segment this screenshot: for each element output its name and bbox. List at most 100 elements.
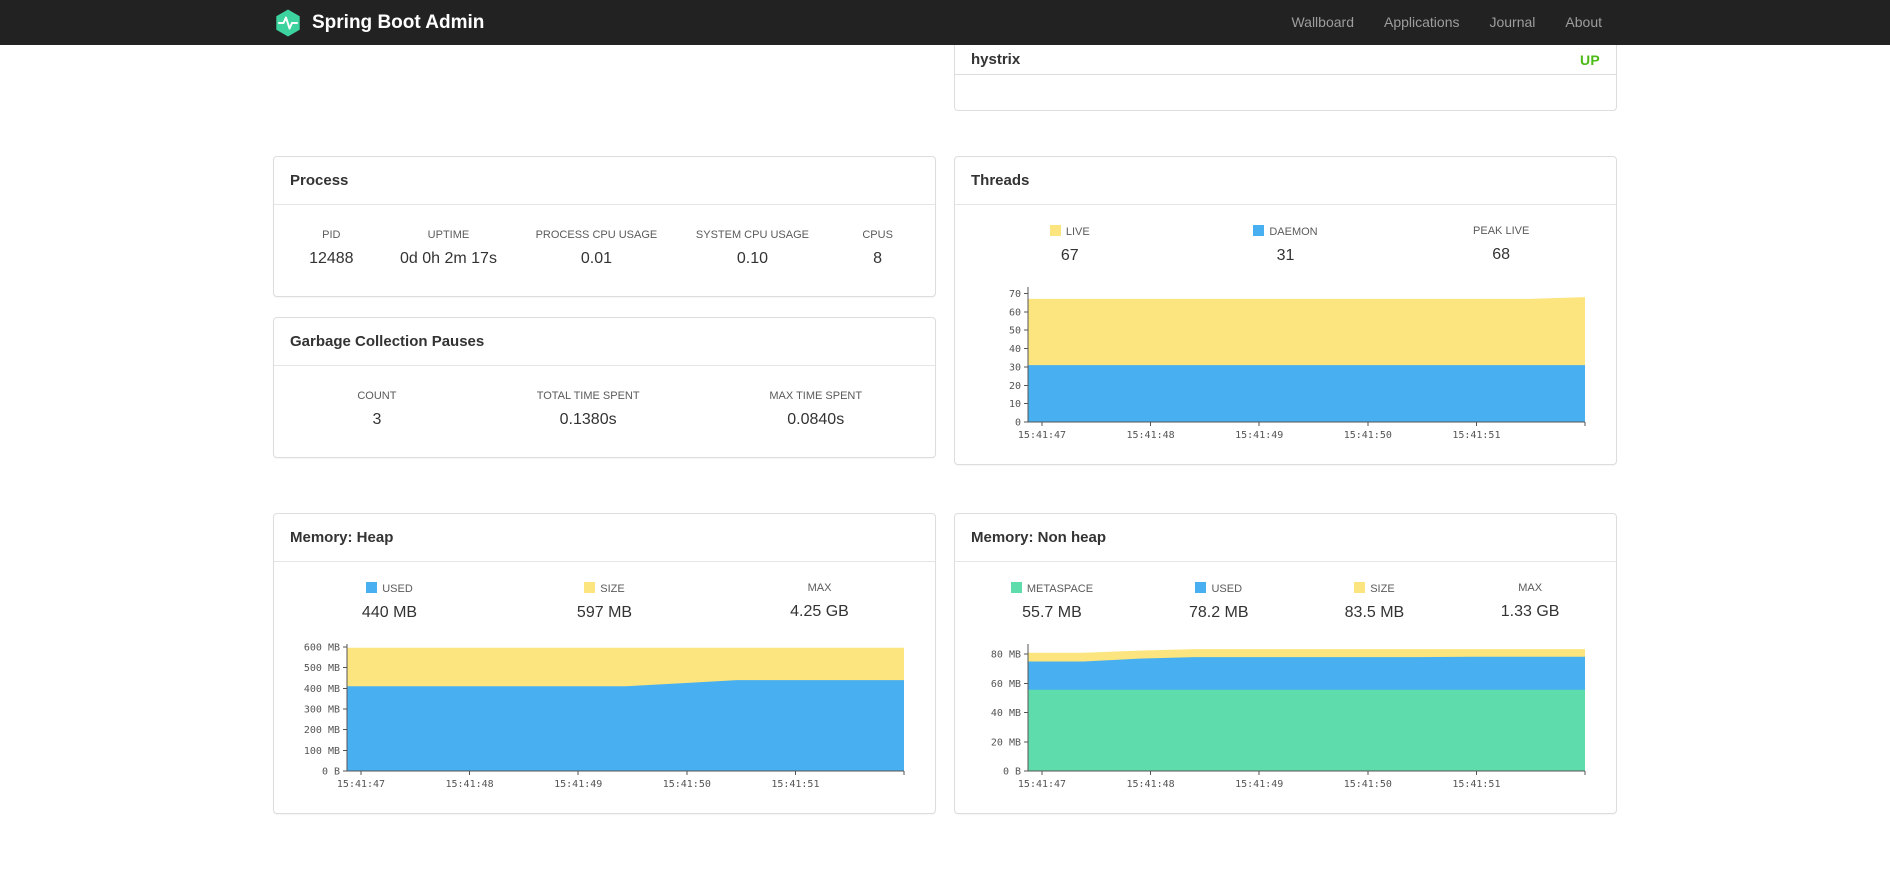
legend-swatch [584, 582, 596, 593]
metric-value: 0.01 [580, 250, 612, 267]
metric-label: CPUS [862, 229, 893, 241]
svg-text:300 MB: 300 MB [304, 705, 340, 716]
metric-system-cpu-usage: SYSTEM CPU USAGE 0.10 [696, 229, 809, 268]
svg-text:15:41:48: 15:41:48 [1127, 779, 1175, 790]
legend-item-daemon: DAEMON 31 [1253, 225, 1318, 265]
svg-text:30: 30 [1009, 362, 1021, 373]
nav-item-journal[interactable]: Journal [1474, 0, 1550, 45]
metric-process-cpu-usage: PROCESS CPU USAGE 0.01 [536, 229, 658, 268]
svg-text:15:41:50: 15:41:50 [663, 779, 711, 790]
svg-text:15:41:48: 15:41:48 [446, 779, 494, 790]
legend-value: 31 [1276, 247, 1295, 264]
metric-pid: PID 12488 [301, 229, 361, 268]
metric-value: 0.0840s [787, 411, 845, 428]
metric-value: 0d 0h 2m 17s [399, 250, 497, 267]
threads-legend: LIVE 67 DAEMON 31 PEAK LIVE 68 [955, 205, 1616, 279]
legend-value: 440 MB [361, 604, 418, 621]
navbar-inner: Spring Boot Admin Wallboard Applications… [273, 0, 1617, 45]
svg-text:600 MB: 600 MB [304, 643, 340, 654]
legend-swatch [1253, 225, 1265, 236]
svg-text:400 MB: 400 MB [304, 684, 340, 695]
metric-count: COUNT 3 [347, 390, 407, 429]
metric-label: PROCESS CPU USAGE [535, 229, 658, 241]
legend-swatch [1195, 582, 1207, 593]
legend-value: 597 MB [576, 604, 633, 621]
nonheap-chart: 0 B 20 MB 40 MB 60 MB 80 MB 15:41:47 15:41:48 1… [991, 644, 1586, 790]
svg-text:15:41:47: 15:41:47 [337, 779, 385, 790]
svg-text:0: 0 [1015, 418, 1021, 429]
legend-item-peak-live: PEAK LIVE 68 [1471, 225, 1531, 265]
chart-area-used [347, 680, 904, 771]
svg-text:0 B: 0 B [1003, 767, 1021, 778]
metric-max-time-spent: MAX TIME SPENT 0.0840s [769, 390, 862, 429]
memory-heap-panel: Memory: Heap USED 440 MB SIZE 597 MB MAX… [273, 513, 936, 814]
panel-spacer [955, 75, 1616, 110]
metric-value: 12488 [309, 250, 354, 267]
svg-text:15:41:51: 15:41:51 [771, 779, 819, 790]
nav-item-wallboard[interactable]: Wallboard [1276, 0, 1369, 45]
empty-column [273, 45, 936, 111]
legend-label: SIZE [1344, 582, 1404, 595]
svg-text:500 MB: 500 MB [304, 663, 340, 674]
svg-text:0 B: 0 B [322, 767, 340, 778]
legend-item-live: LIVE 67 [1040, 225, 1100, 265]
brand[interactable]: Spring Boot Admin [273, 8, 484, 38]
legend-item-max: MAX 4.25 GB [790, 582, 850, 622]
metric-total-time-spent: TOTAL TIME SPENT 0.1380s [537, 390, 640, 429]
svg-text:15:41:49: 15:41:49 [1235, 430, 1283, 441]
nonheap-legend: METASPACE 55.7 MB USED 78.2 MB SIZE 83.5… [955, 562, 1616, 636]
legend-label: MAX [807, 582, 832, 594]
threads-chart-wrap: 0 10 20 30 40 50 60 70 15:41:47 15:41:48 15:41:49 1… [955, 279, 1616, 464]
legend-value: 55.7 MB [1022, 604, 1082, 621]
process-metrics: PID 12488 UPTIME 0d 0h 2m 17s PROCESS CP… [274, 205, 935, 296]
metric-label: TOTAL TIME SPENT [536, 390, 640, 402]
threads-panel-title: Threads [955, 157, 1616, 205]
legend-value: 4.25 GB [790, 603, 849, 620]
service-name[interactable]: hystrix [971, 51, 1020, 68]
svg-text:15:41:50: 15:41:50 [1344, 430, 1392, 441]
metric-value: 8 [873, 250, 883, 267]
row-process-threads: Process PID 12488 UPTIME 0d 0h 2m 17s PR… [273, 156, 1617, 465]
left-column-bottom: Memory: Heap USED 440 MB SIZE 597 MB MAX… [273, 513, 936, 814]
svg-text:20: 20 [1009, 381, 1021, 392]
main-content: hystrix UP Process PID 12488 UPTIME 0d 0… [273, 45, 1617, 814]
process-panel: Process PID 12488 UPTIME 0d 0h 2m 17s PR… [273, 156, 936, 297]
metric-value: 0.1380s [559, 411, 617, 428]
legend-swatch [1049, 225, 1061, 236]
heap-chart-wrap: 0 B 100 MB 200 MB 300 MB 400 MB 500 MB 600 MB 1… [274, 636, 935, 813]
nav-item-about[interactable]: About [1550, 0, 1617, 45]
legend-label: DAEMON [1253, 225, 1318, 238]
legend-label: USED [360, 582, 420, 595]
legend-item-metaspace: METASPACE 55.7 MB [1010, 582, 1093, 622]
threads-panel: Threads LIVE 67 DAEMON 31 PEAK LIVE 68 0… [954, 156, 1617, 465]
metric-cpus: CPUS 8 [848, 229, 908, 268]
nav-item-applications[interactable]: Applications [1369, 0, 1475, 45]
legend-value: 68 [1492, 246, 1511, 263]
legend-item-max: MAX 1.33 GB [1500, 582, 1560, 622]
svg-text:15:41:48: 15:41:48 [1127, 430, 1175, 441]
svg-text:20 MB: 20 MB [991, 737, 1021, 748]
heap-chart: 0 B 100 MB 200 MB 300 MB 400 MB 500 MB 600 MB 1… [304, 643, 905, 790]
svg-text:80 MB: 80 MB [991, 650, 1021, 661]
metric-label: COUNT [357, 390, 397, 402]
service-row-hystrix[interactable]: hystrix UP [955, 45, 1616, 75]
svg-text:15:41:49: 15:41:49 [1235, 779, 1283, 790]
heap-legend: USED 440 MB SIZE 597 MB MAX 4.25 GB [274, 562, 935, 636]
gc-panel-title: Garbage Collection Pauses [274, 318, 935, 366]
legend-swatch [366, 582, 378, 593]
left-column-mid: Process PID 12488 UPTIME 0d 0h 2m 17s PR… [273, 156, 936, 465]
chart-area-daemon [1028, 365, 1585, 422]
legend-swatch [1354, 582, 1366, 593]
svg-text:40: 40 [1009, 344, 1021, 355]
threads-chart: 0 10 20 30 40 50 60 70 15:41:47 15:41:48 15:41:49 1… [1009, 287, 1586, 441]
services-column: hystrix UP [954, 45, 1617, 111]
row-memory: Memory: Heap USED 440 MB SIZE 597 MB MAX… [273, 513, 1617, 814]
process-panel-title: Process [274, 157, 935, 205]
metric-label: SYSTEM CPU USAGE [695, 229, 809, 241]
metric-label: UPTIME [427, 229, 470, 241]
legend-label: MAX [1518, 582, 1543, 594]
legend-label: LIVE [1040, 225, 1100, 238]
svg-text:15:41:49: 15:41:49 [554, 779, 602, 790]
svg-text:40 MB: 40 MB [991, 708, 1021, 719]
spring-boot-admin-logo-icon [273, 8, 303, 38]
